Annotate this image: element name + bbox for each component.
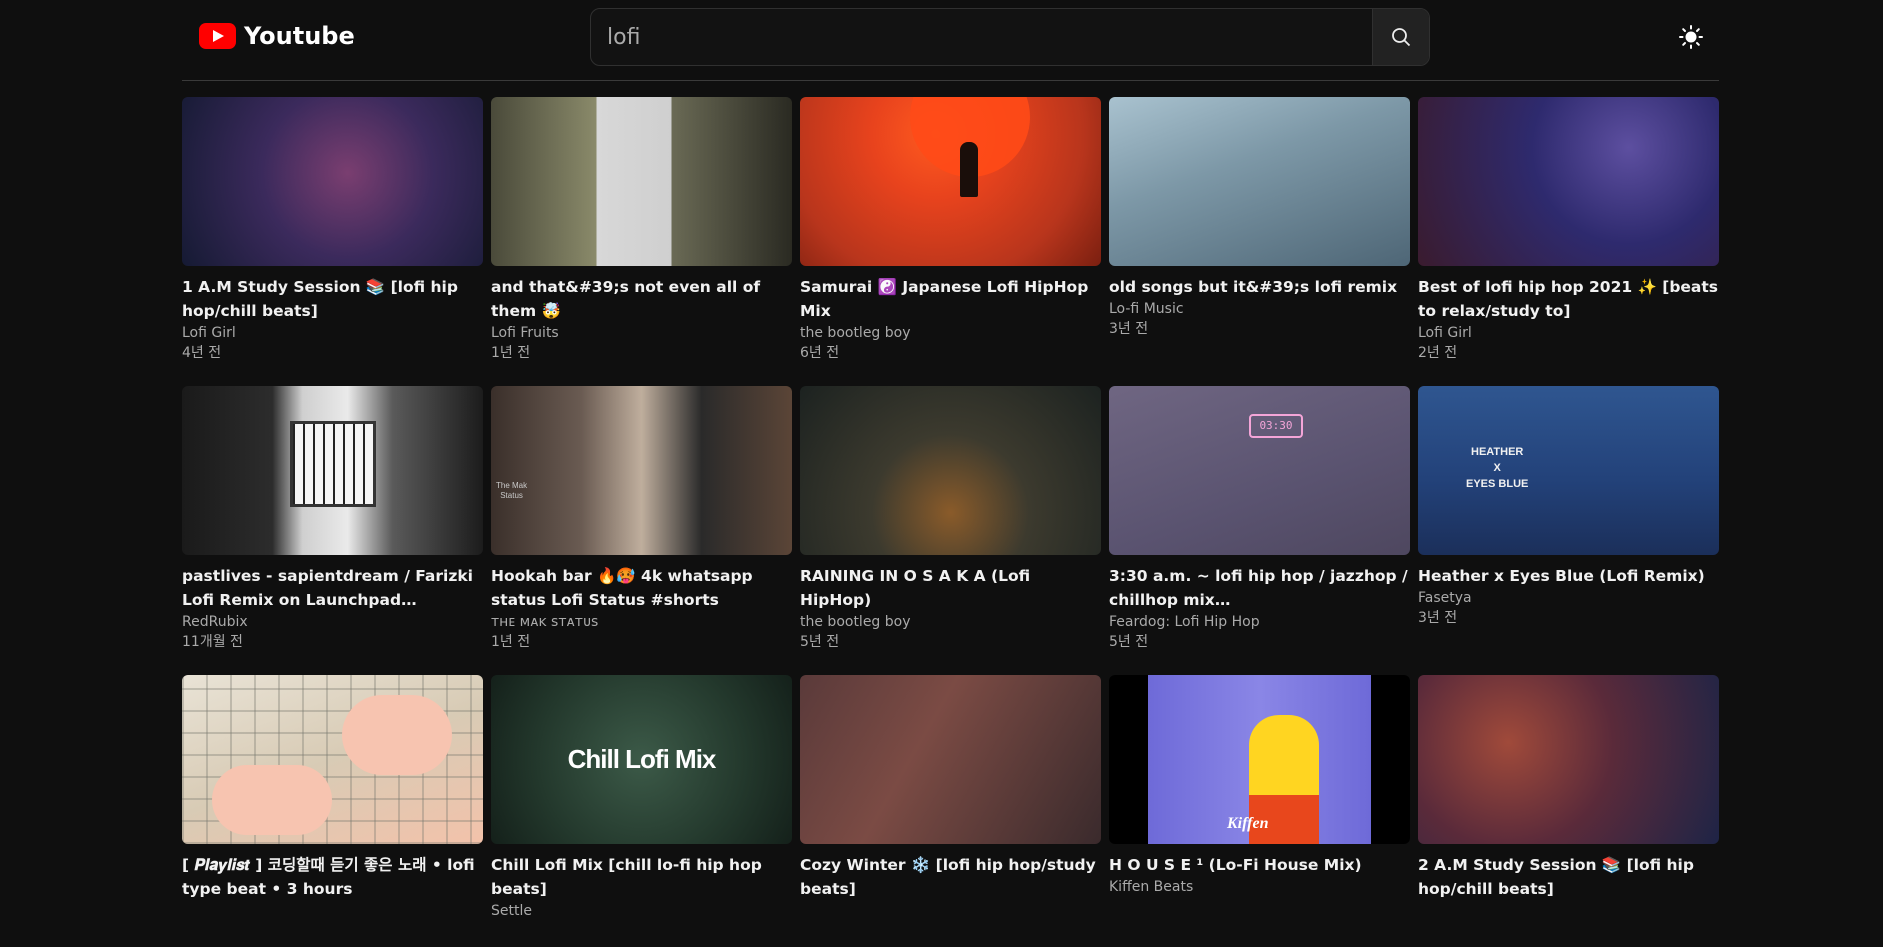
video-title[interactable]: and that&#39;s not even all of them 🤯 — [491, 275, 792, 323]
thumb-hand — [212, 765, 332, 835]
thumb-title-text: HEATHER X EYES BLUE — [1466, 446, 1529, 490]
youtube-logo[interactable]: Youtube — [199, 22, 355, 50]
theme-toggle-button[interactable] — [1678, 24, 1704, 50]
video-card[interactable]: Cozy Winter ❄️ [lofi hip hop/study beats… — [800, 675, 1101, 947]
video-card[interactable]: HEATHER X EYES BLUE Heather x Eyes Blue … — [1418, 386, 1719, 658]
thumb-launchpad — [290, 421, 376, 507]
video-thumbnail[interactable] — [800, 675, 1101, 844]
upload-age: 11개월 전 — [182, 634, 243, 650]
channel-name[interactable]: the bootleg boy — [800, 323, 1101, 343]
video-thumbnail[interactable] — [1418, 97, 1719, 266]
video-title[interactable]: [ 𝑷𝒍𝒂𝒚𝒍𝒊𝒔𝒕 ] 코딩할때 듣기 좋은 노래 • lofi type b… — [182, 853, 483, 901]
upload-age: 1년 전 — [491, 345, 531, 361]
video-thumbnail[interactable]: Chill Lofi Mix — [491, 675, 792, 844]
search-input[interactable] — [591, 9, 1383, 65]
video-thumbnail[interactable]: 03:30 — [1109, 386, 1410, 555]
thumb-samurai — [960, 142, 978, 197]
video-title[interactable]: Samurai ☯️ Japanese Lofi HipHop Mix — [800, 275, 1101, 323]
video-card[interactable]: 1 A.M Study Session 📚 [lofi hip hop/chil… — [182, 97, 483, 369]
upload-age: 5년 전 — [1109, 634, 1149, 650]
thumb-logo-text: Kiffen — [1227, 815, 1269, 832]
app-name: Youtube — [244, 22, 355, 50]
sun-icon — [1679, 25, 1703, 49]
video-thumbnail[interactable] — [182, 675, 483, 844]
video-card[interactable]: pastlives - sapientdream / Farizki Lofi … — [182, 386, 483, 658]
video-thumbnail[interactable] — [182, 97, 483, 266]
video-card[interactable]: [ 𝑷𝒍𝒂𝒚𝒍𝒊𝒔𝒕 ] 코딩할때 듣기 좋은 노래 • lofi type b… — [182, 675, 483, 947]
video-thumbnail[interactable]: HEATHER X EYES BLUE — [1418, 386, 1719, 555]
video-thumbnail[interactable]: The Mak Status — [491, 386, 792, 555]
search-bar — [590, 8, 1430, 66]
video-title[interactable]: H O U S E ¹ (Lo-Fi House Mix) — [1109, 853, 1410, 877]
video-thumbnail[interactable] — [1109, 97, 1410, 266]
channel-name[interactable]: Lo-fi Music — [1109, 299, 1410, 319]
video-card[interactable]: The Mak Status Hookah bar 🔥🥵 4k whatsapp… — [491, 386, 792, 658]
upload-age: 1년 전 — [491, 634, 531, 650]
video-title[interactable]: 2 A.M Study Session 📚 [lofi hip hop/chil… — [1418, 853, 1719, 901]
video-thumbnail[interactable] — [182, 386, 483, 555]
video-title[interactable]: old songs but it&#39;s lofi remix — [1109, 275, 1410, 299]
top-bar: Youtube — [182, 0, 1719, 81]
video-card[interactable]: and that&#39;s not even all of them 🤯 Lo… — [491, 97, 792, 369]
channel-name[interactable]: Fasetya — [1418, 588, 1719, 608]
video-title[interactable]: pastlives - sapientdream / Farizki Lofi … — [182, 564, 483, 612]
upload-age: 5년 전 — [800, 634, 840, 650]
video-title[interactable]: Cozy Winter ❄️ [lofi hip hop/study beats… — [800, 853, 1101, 901]
video-thumbnail[interactable] — [1418, 675, 1719, 844]
thumb-title-text: Chill Lofi Mix — [567, 744, 717, 774]
channel-name[interactable]: the bootleg boy — [800, 612, 1101, 632]
video-title[interactable]: Hookah bar 🔥🥵 4k whatsapp status Lofi St… — [491, 564, 792, 612]
thumb-hand — [342, 695, 452, 775]
video-title[interactable]: Best of lofi hip hop 2021 ✨ [beats to re… — [1418, 275, 1719, 323]
upload-age: 3년 전 — [1418, 610, 1458, 626]
video-thumbnail[interactable] — [800, 97, 1101, 266]
upload-age: 4년 전 — [182, 345, 222, 361]
video-card[interactable]: 03:30 3:30 a.m. ~ lofi hip hop / jazzhop… — [1109, 386, 1410, 658]
thumb-watermark: The Mak Status — [496, 481, 528, 500]
video-card[interactable]: 2 A.M Study Session 📚 [lofi hip hop/chil… — [1418, 675, 1719, 947]
thumb-clock: 03:30 — [1249, 414, 1303, 438]
upload-age: 2년 전 — [1418, 345, 1458, 361]
video-card[interactable]: Kiffen H O U S E ¹ (Lo-Fi House Mix) Kif… — [1109, 675, 1410, 947]
channel-name[interactable]: Lofi Girl — [182, 323, 483, 343]
video-thumbnail[interactable] — [800, 386, 1101, 555]
video-title[interactable]: Heather x Eyes Blue (Lofi Remix) — [1418, 564, 1719, 588]
channel-name[interactable]: Feardog: Lofi Hip Hop — [1109, 612, 1410, 632]
channel-name[interactable]: Settle — [491, 901, 792, 921]
video-thumbnail[interactable] — [491, 97, 792, 266]
video-card[interactable]: Best of lofi hip hop 2021 ✨ [beats to re… — [1418, 97, 1719, 369]
video-title[interactable]: RAINING IN O S A K A (Lofi HipHop) — [800, 564, 1101, 612]
video-title[interactable]: 1 A.M Study Session 📚 [lofi hip hop/chil… — [182, 275, 483, 323]
video-card[interactable]: Chill Lofi Mix Chill Lofi Mix [chill lo-… — [491, 675, 792, 947]
upload-age: 6년 전 — [800, 345, 840, 361]
video-grid: 1 A.M Study Session 📚 [lofi hip hop/chil… — [182, 97, 1719, 947]
channel-name[interactable]: ᴛʜᴇ ᴍᴀᴋ sᴛᴀᴛᴜs — [491, 612, 792, 632]
search-button[interactable] — [1372, 9, 1429, 65]
video-card[interactable]: old songs but it&#39;s lofi remix Lo-fi … — [1109, 97, 1410, 369]
video-card[interactable]: RAINING IN O S A K A (Lofi HipHop) the b… — [800, 386, 1101, 658]
search-icon — [1392, 28, 1411, 47]
video-title[interactable]: Chill Lofi Mix [chill lo-fi hip hop beat… — [491, 853, 792, 901]
youtube-play-icon — [199, 23, 236, 49]
upload-age: 3년 전 — [1109, 321, 1149, 337]
channel-name[interactable]: RedRubix — [182, 612, 483, 632]
video-card[interactable]: Samurai ☯️ Japanese Lofi HipHop Mix the … — [800, 97, 1101, 369]
channel-name[interactable]: Kiffen Beats — [1109, 877, 1410, 897]
video-thumbnail[interactable]: Kiffen — [1109, 675, 1410, 844]
channel-name[interactable]: Lofi Fruits — [491, 323, 792, 343]
channel-name[interactable]: Lofi Girl — [1418, 323, 1719, 343]
video-title[interactable]: 3:30 a.m. ~ lofi hip hop / jazzhop / chi… — [1109, 564, 1410, 612]
